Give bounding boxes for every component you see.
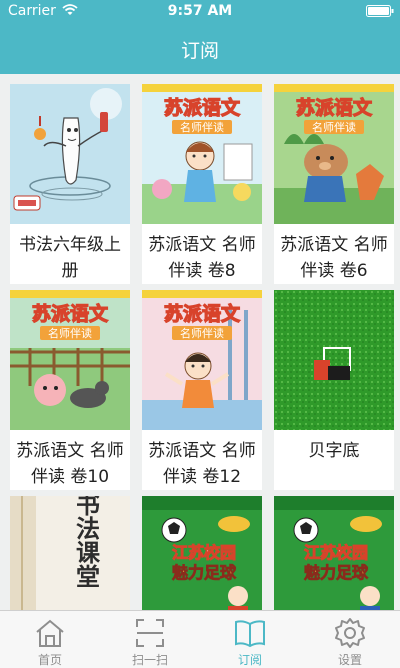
book-cover[interactable]: 江苏校园 魅力足球 bbox=[142, 496, 262, 610]
book-cover[interactable]: 苏派语文 名师伴读 bbox=[274, 84, 394, 224]
book-cover-illustration: 书法课堂 bbox=[10, 496, 130, 610]
cover-subtitle-text: 魅力足球 bbox=[304, 563, 369, 582]
cover-brand-text: 苏派语文 bbox=[164, 96, 241, 119]
tab-subscribe-label: 订阅 bbox=[237, 653, 262, 667]
subscription-grid[interactable]: 书法六年级上册 苏派语文 名师伴读 苏派语文 名师伴读 卷8 苏派语文 名师伴读… bbox=[0, 74, 400, 610]
navigation-bar: 订阅 bbox=[0, 22, 400, 74]
home-icon bbox=[36, 619, 64, 647]
book-icon bbox=[235, 620, 265, 648]
cover-brand-text: 江苏校园 bbox=[304, 543, 368, 562]
cover-brand-text: 书法课堂 bbox=[72, 496, 101, 588]
book-card[interactable]: 苏派语文 名师伴读 苏派语文 名师伴读 卷10 bbox=[10, 290, 130, 490]
status-time: 9:57 AM bbox=[167, 3, 233, 19]
cover-subtitle-text: 名师伴读 bbox=[180, 120, 224, 134]
tab-scan[interactable]: 扫一扫 bbox=[100, 611, 200, 668]
book-cover[interactable]: 苏派语文 名师伴读 bbox=[10, 290, 130, 430]
book-cover-illustration: 苏派语文 名师伴读 bbox=[142, 84, 262, 224]
book-card[interactable]: 苏派语文 名师伴读 苏派语文 名师伴读 卷12 bbox=[142, 290, 262, 490]
gear-icon bbox=[335, 618, 365, 648]
book-cover-illustration: 苏派语文 名师伴读 bbox=[274, 84, 394, 224]
tab-bar: 首页 扫一扫 订阅 设置 bbox=[0, 610, 400, 668]
cover-subtitle-text: 魅力足球 bbox=[172, 563, 237, 582]
book-cover[interactable] bbox=[274, 290, 394, 430]
book-card[interactable]: 苏派语文 名师伴读 苏派语文 名师伴读 卷8 bbox=[142, 84, 262, 284]
book-card[interactable]: 书法课堂 bbox=[10, 496, 130, 610]
tab-settings-label: 设置 bbox=[337, 653, 362, 667]
cover-brand-text: 苏派语文 bbox=[164, 302, 241, 325]
scan-icon bbox=[136, 619, 164, 647]
status-bar: Carrier 9:57 AM bbox=[0, 0, 400, 22]
cover-brand-text: 江苏校园 bbox=[172, 543, 236, 562]
battery-icon bbox=[366, 5, 394, 17]
tab-home[interactable]: 首页 bbox=[0, 611, 100, 668]
book-title: 贝字底 bbox=[308, 441, 360, 461]
cover-brand-text: 苏派语文 bbox=[32, 302, 109, 325]
tab-settings[interactable]: 设置 bbox=[300, 611, 400, 668]
book-card[interactable]: 贝字底 bbox=[274, 290, 394, 490]
book-cover-illustration: 苏派语文 名师伴读 bbox=[142, 290, 262, 430]
book-title: 苏派语文 名师伴读 卷10 bbox=[16, 441, 124, 487]
book-card[interactable]: 江苏校园 魅力足球 bbox=[274, 496, 394, 610]
cover-subtitle-text: 名师伴读 bbox=[180, 326, 224, 340]
book-title: 苏派语文 名师伴读 卷6 bbox=[280, 235, 388, 281]
book-title: 书法六年级上册 bbox=[19, 235, 121, 281]
book-card[interactable]: 书法六年级上册 bbox=[10, 84, 130, 284]
cover-brand-text: 苏派语文 bbox=[296, 96, 373, 119]
book-card[interactable]: 江苏校园 魅力足球 bbox=[142, 496, 262, 610]
cover-subtitle-text: 名师伴读 bbox=[48, 326, 92, 340]
book-cover[interactable]: 书法课堂 bbox=[10, 496, 130, 610]
book-title: 苏派语文 名师伴读 卷8 bbox=[148, 235, 256, 281]
cover-subtitle-text: 名师伴读 bbox=[312, 120, 356, 134]
book-title: 苏派语文 名师伴读 卷12 bbox=[148, 441, 256, 487]
book-cover-illustration: 苏派语文 名师伴读 bbox=[10, 290, 130, 430]
page-title: 订阅 bbox=[180, 40, 219, 62]
book-cover[interactable] bbox=[10, 84, 130, 224]
book-cover[interactable]: 苏派语文 名师伴读 bbox=[142, 84, 262, 224]
book-cover[interactable]: 苏派语文 名师伴读 bbox=[142, 290, 262, 430]
book-cover-illustration bbox=[10, 84, 130, 224]
book-card[interactable]: 苏派语文 名师伴读 苏派语文 名师伴读 卷6 bbox=[274, 84, 394, 284]
book-cover-illustration: 江苏校园 魅力足球 bbox=[142, 496, 262, 610]
tab-subscribe[interactable]: 订阅 bbox=[200, 611, 300, 668]
book-cover[interactable]: 江苏校园 魅力足球 bbox=[274, 496, 394, 610]
book-cover-illustration bbox=[274, 290, 394, 430]
tab-scan-label: 扫一扫 bbox=[131, 653, 168, 667]
tab-home-label: 首页 bbox=[37, 653, 62, 667]
book-cover-illustration: 江苏校园 魅力足球 bbox=[274, 496, 394, 610]
